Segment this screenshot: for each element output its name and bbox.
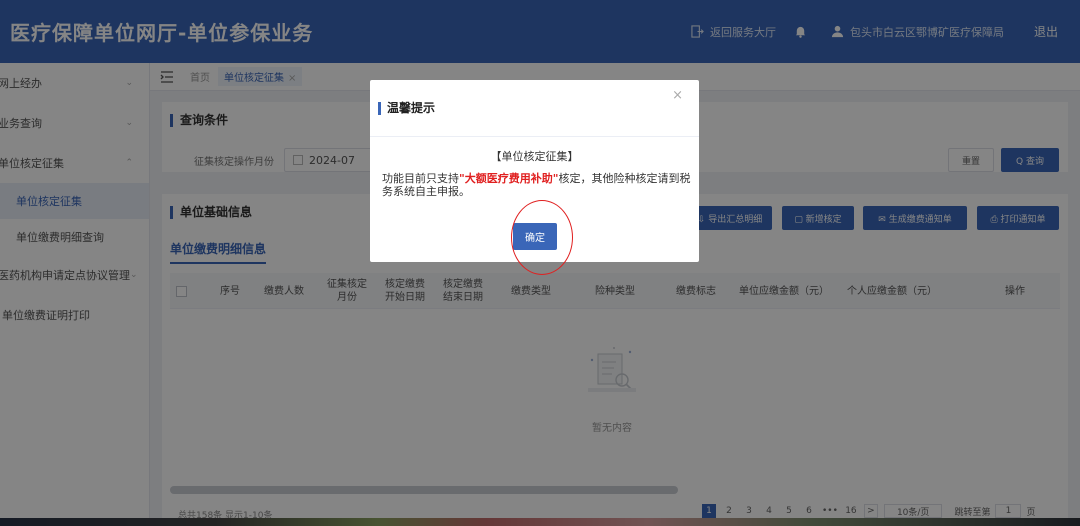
close-icon[interactable]: × (672, 88, 683, 103)
dialog-divider (370, 136, 699, 137)
annotation-circle (511, 200, 573, 275)
dialog-heading: 【单位核定征集】 (490, 150, 579, 163)
dialog-title: 温馨提示 (378, 102, 435, 115)
message-highlight: "大额医疗费用补助" (459, 172, 559, 185)
dialog-message: 功能目前只支持"大额医疗费用补助"核定，其他险种核定请到税务系统自主申报。 (382, 172, 692, 198)
message-part: 功能目前只支持 (382, 172, 459, 185)
